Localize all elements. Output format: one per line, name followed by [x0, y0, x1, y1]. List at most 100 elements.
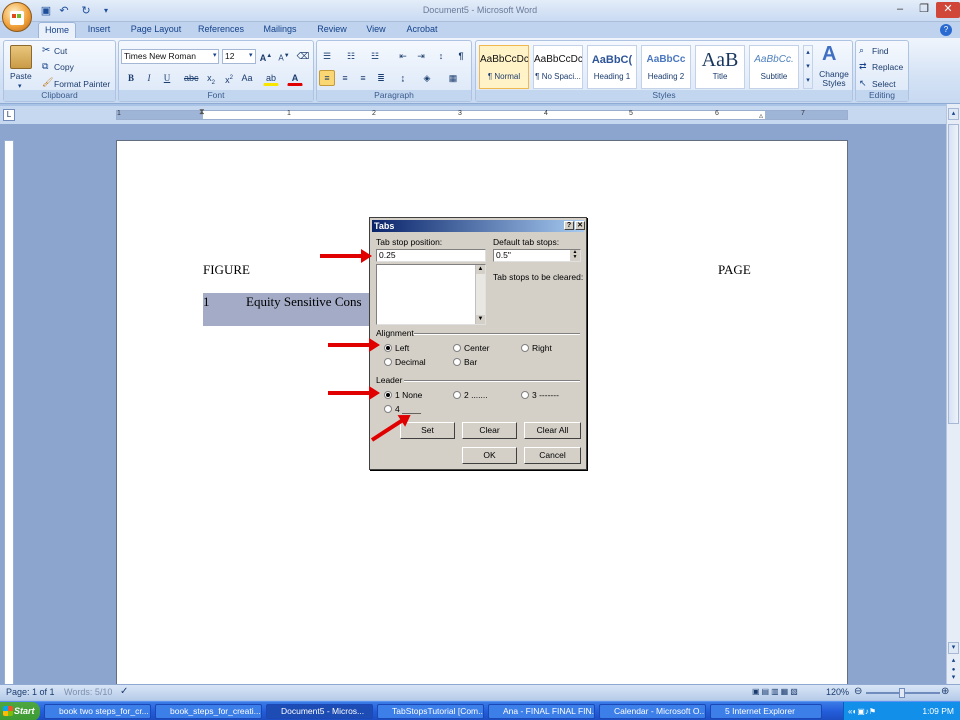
close-icon[interactable]: ✕: [575, 221, 585, 230]
help-icon[interactable]: ?: [940, 24, 952, 36]
multilevel-list-icon[interactable]: ☳: [367, 48, 383, 64]
ok-button[interactable]: OK: [462, 447, 517, 464]
taskbar-item[interactable]: Calendar - Microsoft O...: [599, 704, 706, 719]
styles-scroll[interactable]: ▴ ▾ ▾: [803, 45, 813, 89]
font-name-combo[interactable]: Times New Roman: [121, 49, 219, 64]
align-center-icon[interactable]: ≡: [337, 70, 353, 86]
maximize-button[interactable]: ❐: [912, 2, 936, 18]
clock[interactable]: 1:09 PM: [922, 706, 954, 716]
taskbar-item[interactable]: 5 Internet Explorer: [710, 704, 822, 719]
change-styles-button[interactable]: Change Styles: [816, 70, 852, 88]
decrease-indent-icon[interactable]: ⇤: [395, 48, 411, 64]
cut-button[interactable]: Cut: [54, 46, 67, 56]
align-left-icon[interactable]: ≡: [319, 70, 335, 86]
copy-button[interactable]: Copy: [54, 62, 74, 72]
grow-font-icon[interactable]: A▲: [258, 48, 274, 64]
highlight-icon[interactable]: ab: [263, 70, 279, 86]
zoom-out-icon[interactable]: ⊖: [854, 686, 862, 697]
style-heading-1[interactable]: AaBbC(Heading 1: [587, 45, 637, 89]
list-scroll-up-icon[interactable]: ▲: [476, 265, 485, 274]
scroll-thumb[interactable]: [948, 124, 959, 424]
paste-dropdown-icon[interactable]: ▾: [18, 82, 22, 90]
font-color-icon[interactable]: A: [287, 70, 303, 86]
justify-icon[interactable]: ≣: [373, 70, 389, 86]
tab-stop-position-input[interactable]: 0.25: [376, 249, 486, 262]
indent-marker-icon[interactable]: ⧗: [199, 107, 205, 117]
tab-review[interactable]: Review: [310, 22, 354, 38]
taskbar-item-active[interactable]: Document5 - Micros...: [266, 704, 373, 719]
tab-page-layout[interactable]: Page Layout: [124, 22, 188, 38]
tab-insert[interactable]: Insert: [80, 22, 118, 38]
borders-icon[interactable]: ▦: [445, 70, 461, 86]
view-buttons[interactable]: ▣▤▥▦▧: [752, 687, 818, 698]
shrink-font-icon[interactable]: A▼: [276, 48, 292, 64]
paste-button[interactable]: Paste: [10, 71, 32, 81]
close-button[interactable]: ✕: [936, 2, 960, 18]
font-size-dropdown-icon[interactable]: ▾: [249, 51, 253, 59]
find-button[interactable]: Find: [872, 46, 889, 56]
increase-indent-icon[interactable]: ⇥: [413, 48, 429, 64]
numbering-icon[interactable]: ☷: [343, 48, 359, 64]
superscript-icon[interactable]: x2: [221, 70, 237, 86]
style-subtitle[interactable]: AaBbCc. Subtitle: [749, 45, 799, 89]
strikethrough-icon[interactable]: abc: [183, 70, 199, 86]
leader-dashes-radio[interactable]: [521, 391, 529, 399]
list-scrollbar[interactable]: ▲ ▼: [475, 265, 485, 324]
tab-mailings[interactable]: Mailings: [254, 22, 306, 38]
tray-icons[interactable]: «◐▣♪⚑: [848, 702, 876, 720]
align-right-radio[interactable]: [521, 344, 529, 352]
horizontal-ruler[interactable]: 1 1 2 3 4 5 6 7 ⧗ ▵: [116, 107, 848, 120]
minimize-button[interactable]: –: [888, 2, 912, 18]
qat-customize-icon[interactable]: ▾: [98, 3, 114, 19]
vertical-ruler[interactable]: [4, 140, 14, 685]
style-no-spacing[interactable]: AaBbCcDc ¶ No Spaci...: [533, 45, 583, 89]
undo-icon[interactable]: ↶: [56, 3, 72, 19]
align-decimal-radio[interactable]: [384, 358, 392, 366]
taskbar-item[interactable]: Ana - FINAL FINAL FIN...: [488, 704, 595, 719]
align-bar-radio[interactable]: [453, 358, 461, 366]
tab-home[interactable]: Home: [38, 22, 76, 38]
tab-stop-list[interactable]: ▲ ▼: [376, 264, 486, 325]
help-icon[interactable]: ?: [564, 221, 574, 230]
sort-icon[interactable]: ↕: [433, 48, 449, 64]
clear-all-button[interactable]: Clear All: [524, 422, 581, 439]
clear-button[interactable]: Clear: [462, 422, 517, 439]
change-case-icon[interactable]: Aa: [239, 70, 255, 86]
underline-icon[interactable]: U: [159, 70, 175, 86]
clear-formatting-icon[interactable]: ⌫: [295, 48, 311, 64]
scroll-down-icon[interactable]: ▾: [948, 642, 959, 654]
style-title[interactable]: AaB Title: [695, 45, 745, 89]
taskbar-item[interactable]: book two steps_for_cr...: [44, 704, 151, 719]
italic-icon[interactable]: I: [141, 70, 157, 86]
leader-none-radio[interactable]: [384, 391, 392, 399]
zoom-in-icon[interactable]: ⊕: [941, 686, 949, 697]
proofing-icon[interactable]: ✓: [120, 686, 128, 697]
leader-line-radio[interactable]: [384, 405, 392, 413]
vertical-scrollbar[interactable]: ▴ ▾ ▴ ● ▾: [946, 104, 960, 684]
office-button[interactable]: [2, 2, 32, 32]
line-spacing-icon[interactable]: ↨: [395, 70, 411, 86]
show-formatting-icon[interactable]: ¶: [453, 48, 469, 64]
save-icon[interactable]: ▣: [38, 3, 54, 19]
leader-dots-radio[interactable]: [453, 391, 461, 399]
replace-button[interactable]: Replace: [872, 62, 903, 72]
taskbar-item[interactable]: book_steps_for_creati...: [155, 704, 262, 719]
font-name-dropdown-icon[interactable]: ▾: [213, 51, 217, 59]
shading-icon[interactable]: ◈: [419, 70, 435, 86]
select-button[interactable]: Select: [872, 79, 896, 89]
zoom-thumb[interactable]: [899, 688, 905, 698]
prev-page-icon[interactable]: ▴: [948, 656, 959, 667]
align-center-radio[interactable]: [453, 344, 461, 352]
redo-icon[interactable]: ↻: [78, 3, 94, 19]
word-count[interactable]: Words: 5/10: [64, 687, 112, 697]
spinner-icon[interactable]: ▲ ▼: [570, 250, 580, 261]
default-tab-stops-input[interactable]: 0.5": [493, 249, 581, 262]
align-right-icon[interactable]: ≡: [355, 70, 371, 86]
style-heading-2[interactable]: AaBbCc Heading 2: [641, 45, 691, 89]
taskbar-item[interactable]: TabStopsTutorial [Com...: [377, 704, 484, 719]
paste-icon[interactable]: [10, 45, 32, 69]
subscript-icon[interactable]: x2: [203, 70, 219, 86]
align-left-radio[interactable]: [384, 344, 392, 352]
tab-view[interactable]: View: [358, 22, 394, 38]
tab-references[interactable]: References: [192, 22, 250, 38]
